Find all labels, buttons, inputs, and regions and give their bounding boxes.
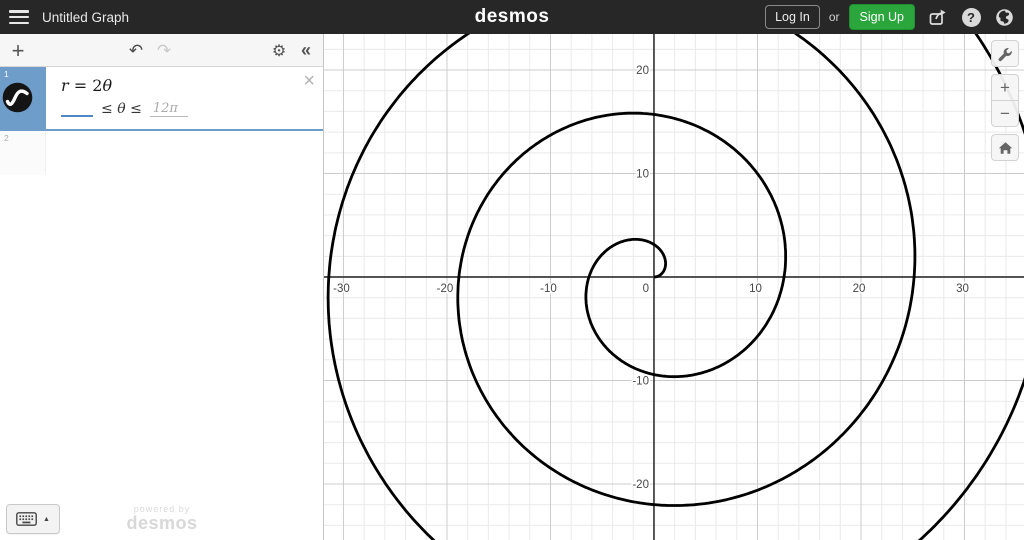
equation-relation: = bbox=[73, 76, 88, 95]
origin-label: 0 bbox=[643, 283, 649, 295]
equation-lhs: r bbox=[61, 76, 69, 95]
close-expression-button[interactable]: × bbox=[303, 71, 315, 91]
expression-equation[interactable]: r = 2θ bbox=[61, 76, 313, 95]
domain-max-input[interactable]: 12π bbox=[149, 101, 188, 117]
x-axis-label: 20 bbox=[853, 283, 866, 295]
redo-button[interactable]: ↷ bbox=[152, 34, 176, 67]
expression-row-2[interactable]: 2 bbox=[0, 131, 323, 175]
help-icon[interactable]: ? bbox=[961, 7, 981, 27]
login-button[interactable]: Log In bbox=[765, 5, 820, 29]
y-axis-label: 20 bbox=[636, 65, 649, 77]
signup-button[interactable]: Sign Up bbox=[848, 4, 915, 30]
x-axis-label: -30 bbox=[333, 283, 350, 295]
undo-button[interactable]: ↶ bbox=[124, 34, 148, 67]
x-axis-label: 30 bbox=[956, 283, 969, 295]
powered-by-watermark: powered by desmos bbox=[102, 504, 222, 532]
y-axis-label: 10 bbox=[636, 169, 649, 181]
add-expression-button[interactable]: + bbox=[6, 34, 30, 67]
domain-inequality: ≤ θ ≤ bbox=[101, 101, 142, 117]
expression-gutter-1[interactable]: 1 bbox=[0, 67, 46, 129]
globe-icon[interactable] bbox=[994, 7, 1014, 27]
graph-title[interactable]: Untitled Graph bbox=[42, 10, 129, 25]
spiral-curve[interactable] bbox=[324, 34, 1024, 540]
header-bar: Untitled Graph desmos Log In or Sign Up … bbox=[0, 0, 1024, 34]
header-actions: Log In or Sign Up ? bbox=[765, 0, 1014, 34]
hamburger-menu-icon[interactable] bbox=[9, 10, 29, 24]
keyboard-icon bbox=[16, 512, 37, 526]
expression-panel: + ↶ ↷ ⚙ « 1 r = 2θ ≤ θ ≤ 12π × 2 ▲ power… bbox=[0, 34, 324, 540]
keyboard-toggle-button[interactable]: ▲ bbox=[6, 504, 60, 534]
y-axis-label: -10 bbox=[632, 376, 649, 388]
watermark-line1: powered by bbox=[133, 504, 191, 514]
zoom-out-button[interactable]: − bbox=[991, 100, 1019, 127]
desmos-logo: desmos bbox=[474, 6, 550, 27]
home-icon bbox=[998, 141, 1012, 154]
zoom-in-button[interactable]: + bbox=[991, 74, 1019, 101]
graph-canvas[interactable]: -30 -20 -10 0 10 20 30 -20 -10 10 20 bbox=[324, 34, 1024, 540]
equation-coefficient: 2 bbox=[92, 76, 103, 95]
desmos-app: Untitled Graph desmos Log In or Sign Up … bbox=[0, 0, 1024, 540]
domain-row: ≤ θ ≤ 12π bbox=[61, 101, 313, 117]
or-label: or bbox=[828, 10, 840, 24]
caret-up-icon: ▲ bbox=[43, 515, 50, 523]
expression-row-1[interactable]: 1 r = 2θ ≤ θ ≤ 12π × bbox=[0, 67, 323, 131]
expression-content-1[interactable]: r = 2θ ≤ θ ≤ 12π × bbox=[46, 67, 323, 129]
equation-variable: θ bbox=[102, 76, 113, 95]
home-button[interactable] bbox=[991, 134, 1019, 161]
expression-number-1: 1 bbox=[4, 69, 9, 79]
graph-controls: + − bbox=[991, 40, 1019, 161]
domain-min-input[interactable] bbox=[61, 101, 93, 117]
wrench-icon bbox=[998, 47, 1012, 61]
collapse-panel-button[interactable]: « bbox=[295, 34, 317, 67]
x-axis-label: -10 bbox=[540, 283, 557, 295]
polar-curve-icon[interactable] bbox=[2, 82, 33, 113]
graph-settings-button[interactable] bbox=[991, 40, 1019, 67]
expression-gutter-2[interactable]: 2 bbox=[0, 131, 46, 175]
x-axis-label: -20 bbox=[437, 283, 454, 295]
graph-paper[interactable]: -30 -20 -10 0 10 20 30 -20 -10 10 20 + − bbox=[324, 34, 1024, 540]
x-axis-label: 10 bbox=[749, 283, 762, 295]
settings-gear-icon[interactable]: ⚙ bbox=[267, 34, 291, 67]
share-icon[interactable] bbox=[928, 7, 948, 27]
expression-toolbar: + ↶ ↷ ⚙ « bbox=[0, 34, 323, 67]
expression-number-2: 2 bbox=[4, 133, 9, 143]
watermark-line2: desmos bbox=[126, 513, 198, 533]
y-axis-label: -20 bbox=[632, 479, 649, 491]
